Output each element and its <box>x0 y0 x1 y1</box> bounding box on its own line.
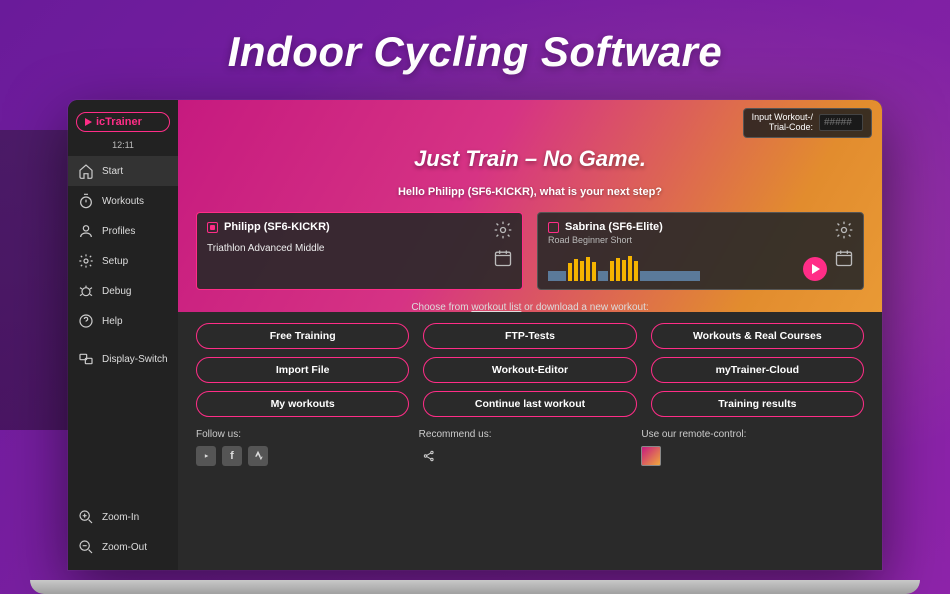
nav-label: Help <box>102 316 123 327</box>
nav-start[interactable]: Start <box>68 156 178 186</box>
app-logo[interactable]: icTrainer <box>76 112 170 132</box>
follow-label: Follow us: <box>196 429 419 440</box>
footer: Follow us: f Recommend us: Use our remot… <box>178 417 882 476</box>
profile-card-sabrina[interactable]: Sabrina (SF6-Elite) Road Beginner Short <box>537 212 864 290</box>
nav-label: Debug <box>102 286 131 297</box>
profile-cards: Philipp (SF6-KICKR) Triathlon Advanced M… <box>178 198 882 290</box>
calendar-icon[interactable] <box>833 247 855 269</box>
main-area: Input Workout-/ Trial-Code: Just Train –… <box>178 100 882 570</box>
display-switch-icon <box>78 351 94 367</box>
nav-label: Zoom-In <box>102 512 139 523</box>
remote-app-icon[interactable] <box>641 446 661 466</box>
card-subtitle: Road Beginner Short <box>548 235 853 245</box>
card-title: Sabrina (SF6-Elite) <box>565 221 663 233</box>
bug-icon <box>78 283 94 299</box>
remote-label: Use our remote-control: <box>641 429 864 440</box>
profile-card-philipp[interactable]: Philipp (SF6-KICKR) Triathlon Advanced M… <box>196 212 523 290</box>
user-icon <box>78 223 94 239</box>
app-window: icTrainer 12:11 Start Workouts Profiles … <box>68 100 882 570</box>
workout-list-link[interactable]: workout list <box>471 302 521 313</box>
clock: 12:11 <box>68 140 178 150</box>
zoom-out-icon <box>78 539 94 555</box>
checkbox-icon[interactable] <box>207 222 218 233</box>
nav-label: Zoom-Out <box>102 542 147 553</box>
sidebar: icTrainer 12:11 Start Workouts Profiles … <box>68 100 178 570</box>
nav-zoom-out[interactable]: Zoom-Out <box>68 532 178 562</box>
share-icon[interactable] <box>419 446 439 466</box>
nav-label: Profiles <box>102 226 135 237</box>
play-button[interactable] <box>803 257 827 281</box>
zoom-in-icon <box>78 509 94 525</box>
card-body: Triathlon Advanced Middle <box>207 243 512 254</box>
nav-profiles[interactable]: Profiles <box>68 216 178 246</box>
trial-label: Input Workout-/ Trial-Code: <box>752 113 813 133</box>
my-workouts-button[interactable]: My workouts <box>196 391 409 417</box>
card-title: Philipp (SF6-KICKR) <box>224 221 330 233</box>
trial-code-input[interactable] <box>819 114 863 131</box>
stopwatch-icon <box>78 193 94 209</box>
play-icon <box>85 118 92 126</box>
nav-zoom-in[interactable]: Zoom-In <box>68 502 178 532</box>
trial-code-box: Input Workout-/ Trial-Code: <box>743 108 872 138</box>
recommend-label: Recommend us: <box>419 429 642 440</box>
hero-title: Just Train – No Game. <box>178 146 882 172</box>
ftp-tests-button[interactable]: FTP-Tests <box>423 323 636 349</box>
gear-icon[interactable] <box>492 219 514 241</box>
training-results-button[interactable]: Training results <box>651 391 864 417</box>
logo-text: icTrainer <box>96 116 142 128</box>
home-icon <box>78 163 94 179</box>
laptop-frame: icTrainer 12:11 Start Workouts Profiles … <box>68 100 882 570</box>
nav-label: Workouts <box>102 196 144 207</box>
continue-last-workout-button[interactable]: Continue last workout <box>423 391 636 417</box>
nav-help[interactable]: Help <box>68 306 178 336</box>
nav-workouts[interactable]: Workouts <box>68 186 178 216</box>
gear-icon[interactable] <box>833 219 855 241</box>
youtube-icon[interactable] <box>196 446 216 466</box>
nav-debug[interactable]: Debug <box>68 276 178 306</box>
strava-icon[interactable] <box>248 446 268 466</box>
free-training-button[interactable]: Free Training <box>196 323 409 349</box>
workouts-real-courses-button[interactable]: Workouts & Real Courses <box>651 323 864 349</box>
laptop-base <box>30 580 920 594</box>
calendar-icon[interactable] <box>492 247 514 269</box>
gear-icon <box>78 253 94 269</box>
nav-label: Start <box>102 166 123 177</box>
action-buttons: Free Training FTP-Tests Workouts & Real … <box>178 313 882 417</box>
marketing-title: Indoor Cycling Software <box>0 28 950 76</box>
nav-label: Display-Switch <box>102 354 168 365</box>
help-icon <box>78 313 94 329</box>
nav-setup[interactable]: Setup <box>68 246 178 276</box>
mytrainer-cloud-button[interactable]: myTrainer-Cloud <box>651 357 864 383</box>
import-file-button[interactable]: Import File <box>196 357 409 383</box>
workout-editor-button[interactable]: Workout-Editor <box>423 357 636 383</box>
nav-label: Setup <box>102 256 128 267</box>
facebook-icon[interactable]: f <box>222 446 242 466</box>
hero-subtitle: Hello Philipp (SF6-KICKR), what is your … <box>178 186 882 198</box>
choose-line: Choose from workout list or download a n… <box>178 302 882 313</box>
checkbox-icon[interactable] <box>548 222 559 233</box>
nav-display-switch[interactable]: Display-Switch <box>68 344 178 374</box>
